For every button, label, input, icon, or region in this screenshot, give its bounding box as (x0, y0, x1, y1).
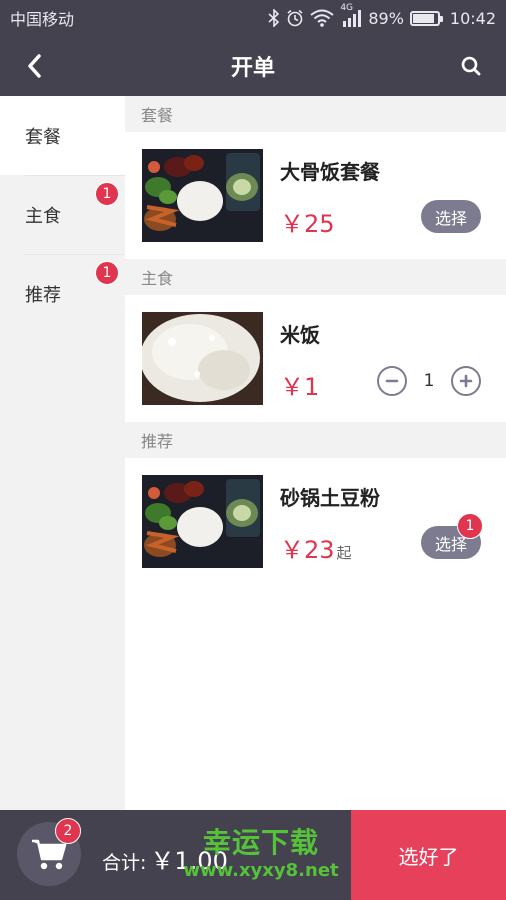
clock: 10:42 (449, 8, 496, 28)
product-image (142, 312, 263, 405)
cart-count-badge: 2 (55, 818, 81, 844)
quantity-stepper: 1 (377, 366, 481, 396)
price-suffix: 起 (336, 544, 352, 562)
category-sidebar: 套餐 主食 1 推荐 1 (0, 96, 125, 810)
wifi-icon (310, 9, 334, 27)
total-amount: ￥1.00 (150, 847, 228, 875)
sidebar-item-combo[interactable]: 套餐 (0, 96, 125, 175)
product-price: ￥23 起 (280, 530, 352, 565)
price-value: ￥1 (280, 373, 320, 401)
search-button[interactable] (456, 51, 486, 81)
product-name: 大骨饭套餐 (280, 160, 380, 184)
search-icon (461, 56, 481, 76)
carrier-label: 中国移动 (10, 10, 75, 29)
count-badge: 1 (457, 513, 483, 539)
product-price: ￥1 (280, 367, 319, 402)
sidebar-item-recommended[interactable]: 推荐 1 (0, 254, 125, 333)
page-title: 开单 (230, 56, 275, 81)
product-list: 套餐 大骨饭套餐 ￥25 选择 主食 米饭 ￥1 1 推荐 砂锅土豆粉 ￥23 … (125, 96, 506, 810)
checkout-bar: 2 合计: ￥1.00 选好了 (0, 810, 506, 900)
status-bar: 中国移动 4G 89% 10:42 (0, 0, 506, 36)
price-value: ￥23 (280, 536, 335, 564)
list-item[interactable]: 米饭 ￥1 1 (125, 295, 506, 422)
nav-bar: 开单 (0, 36, 506, 96)
confirm-button[interactable]: 选好了 (351, 810, 506, 900)
decrease-button[interactable] (377, 366, 407, 396)
select-button-label: 选择 (434, 208, 467, 228)
battery-percent: 89% (368, 8, 404, 28)
section-header: 主食 (125, 259, 506, 295)
select-button[interactable]: 选择 (421, 200, 481, 233)
minus-icon (385, 379, 399, 383)
sidebar-item-label: 套餐 (25, 126, 61, 148)
back-button[interactable] (18, 50, 50, 82)
section-header: 推荐 (125, 422, 506, 458)
plus-icon (459, 374, 473, 388)
status-icons: 4G 89% 10:42 (268, 3, 496, 28)
confirm-button-label: 选好了 (398, 844, 459, 869)
product-name: 砂锅土豆粉 (280, 486, 380, 510)
sidebar-item-label: 主食 (25, 205, 61, 227)
order-total: 合计: ￥1.00 (102, 841, 228, 876)
product-price: ￥25 (280, 204, 335, 239)
battery-icon (409, 10, 443, 26)
bluetooth-icon (268, 9, 280, 27)
product-name: 米饭 (280, 323, 320, 347)
chevron-left-icon (28, 54, 41, 78)
alarm-icon (286, 9, 304, 27)
sidebar-item-label: 推荐 (25, 284, 61, 306)
list-item[interactable]: 大骨饭套餐 ￥25 选择 (125, 132, 506, 259)
product-image (142, 475, 263, 568)
select-button[interactable]: 选择 1 (421, 513, 483, 559)
quantity-value: 1 (423, 371, 435, 391)
count-badge: 1 (95, 261, 119, 285)
count-badge: 1 (95, 182, 119, 206)
sidebar-item-staple[interactable]: 主食 1 (0, 175, 125, 254)
signal-icon: 4G (340, 3, 362, 27)
product-image (142, 149, 263, 242)
total-label: 合计: (102, 852, 147, 874)
network-type: 4G (340, 3, 354, 13)
section-header: 套餐 (125, 96, 506, 132)
increase-button[interactable] (451, 366, 481, 396)
price-value: ￥25 (280, 210, 335, 238)
battery-level (412, 13, 435, 23)
list-item[interactable]: 砂锅土豆粉 ￥23 起 选择 1 (125, 458, 506, 585)
